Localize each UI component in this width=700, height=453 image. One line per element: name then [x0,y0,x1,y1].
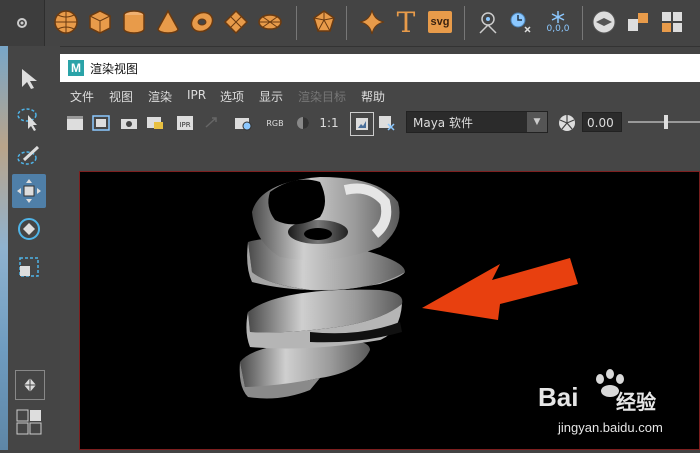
shelf-separator [464,6,465,40]
menu-options[interactable]: 选项 [220,88,244,105]
sphere-icon[interactable] [52,8,80,36]
top-shelf: T svg 0,0,0 [0,0,700,47]
renderer-value: Maya 软件 [413,116,473,130]
freeze-coord-label: 0,0,0 [546,24,570,34]
ipr-render-icon[interactable]: IPR [174,112,196,134]
chevron-down-icon[interactable]: ▼ [527,112,547,132]
render-view-window: M 渲染视图 文件 视图 渲染 IPR 选项 显示 渲染目标 帮助 IPR RG… [60,54,700,450]
paint-tool-icon[interactable] [12,140,46,174]
svg-text:IPR: IPR [179,121,190,129]
watermark-url: jingyan.baidu.com [558,420,663,435]
disc-icon[interactable] [256,8,284,36]
exposure-slider-handle[interactable] [664,115,668,129]
watermark-brand: Bai [538,382,579,412]
render-canvas[interactable]: Bai 经验 jingyan.baidu.com [79,171,700,450]
text-icon[interactable]: T [392,5,420,39]
settings-icon[interactable] [8,9,36,37]
render-toolbar: IPR RGB 1:1 Maya 软件 ▼ 0.00 [60,109,700,137]
menu-file[interactable]: 文件 [70,88,94,105]
menu-render-target[interactable]: 渲染目标 [298,88,346,105]
maya-logo-icon: M [68,60,84,76]
alpha-channel-icon[interactable] [292,112,314,134]
combine-icon[interactable] [624,8,652,36]
real-size-button[interactable]: 1:1 [318,112,340,134]
menu-help[interactable]: 帮助 [361,88,385,105]
separate-icon[interactable] [658,8,686,36]
layout-single-icon[interactable] [15,370,45,400]
render-region-icon[interactable] [90,112,112,134]
keep-image-icon[interactable] [350,112,374,136]
torus-icon[interactable] [188,8,216,36]
ipr-refresh-icon[interactable] [200,112,222,134]
watermark-brand-suffix: 经验 [616,390,656,414]
menu-bar: 文件 视图 渲染 IPR 选项 显示 渲染目标 帮助 [60,85,700,107]
window-titlebar: M 渲染视图 [60,54,700,82]
exposure-input[interactable]: 0.00 [582,112,622,132]
render-frame-icon[interactable] [64,112,86,134]
cylinder-icon[interactable] [120,8,148,36]
lasso-tool-icon[interactable] [12,102,46,136]
move-tool-icon[interactable] [12,174,46,208]
real-size-label: 1:1 [319,116,339,130]
rotate-tool-icon[interactable] [12,212,46,246]
svg-icon[interactable]: svg [426,8,454,36]
snapshot-icon[interactable] [118,112,140,134]
plane-icon[interactable] [222,8,250,36]
select-tool-icon[interactable] [12,62,46,96]
menu-render[interactable]: 渲染 [148,88,172,105]
exposure-icon[interactable] [556,112,578,134]
cube-icon[interactable] [86,8,114,36]
shelf-separator [582,6,583,40]
rgb-channel-button[interactable]: RGB [264,112,286,134]
rendered-spring-image [239,177,624,399]
menu-view[interactable]: 视图 [109,88,133,105]
rgb-channel-label: RGB [266,118,284,128]
cone-icon[interactable] [154,8,182,36]
renderer-dropdown[interactable]: Maya 软件 ▼ [406,111,548,133]
render-sequence-icon[interactable] [144,112,166,134]
menu-display[interactable]: 显示 [259,88,283,105]
window-title: 渲染视图 [90,62,139,76]
layout-quad-icon[interactable] [15,408,43,436]
render-settings-icon[interactable] [232,112,254,134]
svg-icon-label: svg [427,11,453,33]
shelf-icon[interactable] [590,8,618,36]
desktop-edge [0,46,8,450]
scale-tool-icon[interactable] [12,250,46,284]
timer-icon[interactable] [506,8,534,36]
shelf-separator [346,6,347,40]
menu-ipr[interactable]: IPR [187,88,206,102]
platonic-icon[interactable] [310,8,338,36]
pivot-icon[interactable] [474,8,502,36]
star-icon[interactable] [358,8,386,36]
shelf-separator [296,6,297,40]
remove-image-icon[interactable] [376,112,398,134]
text-icon-glyph: T [396,5,416,39]
freeze-icon[interactable]: 0,0,0 [542,8,574,36]
shelf-settings-area [0,0,45,46]
